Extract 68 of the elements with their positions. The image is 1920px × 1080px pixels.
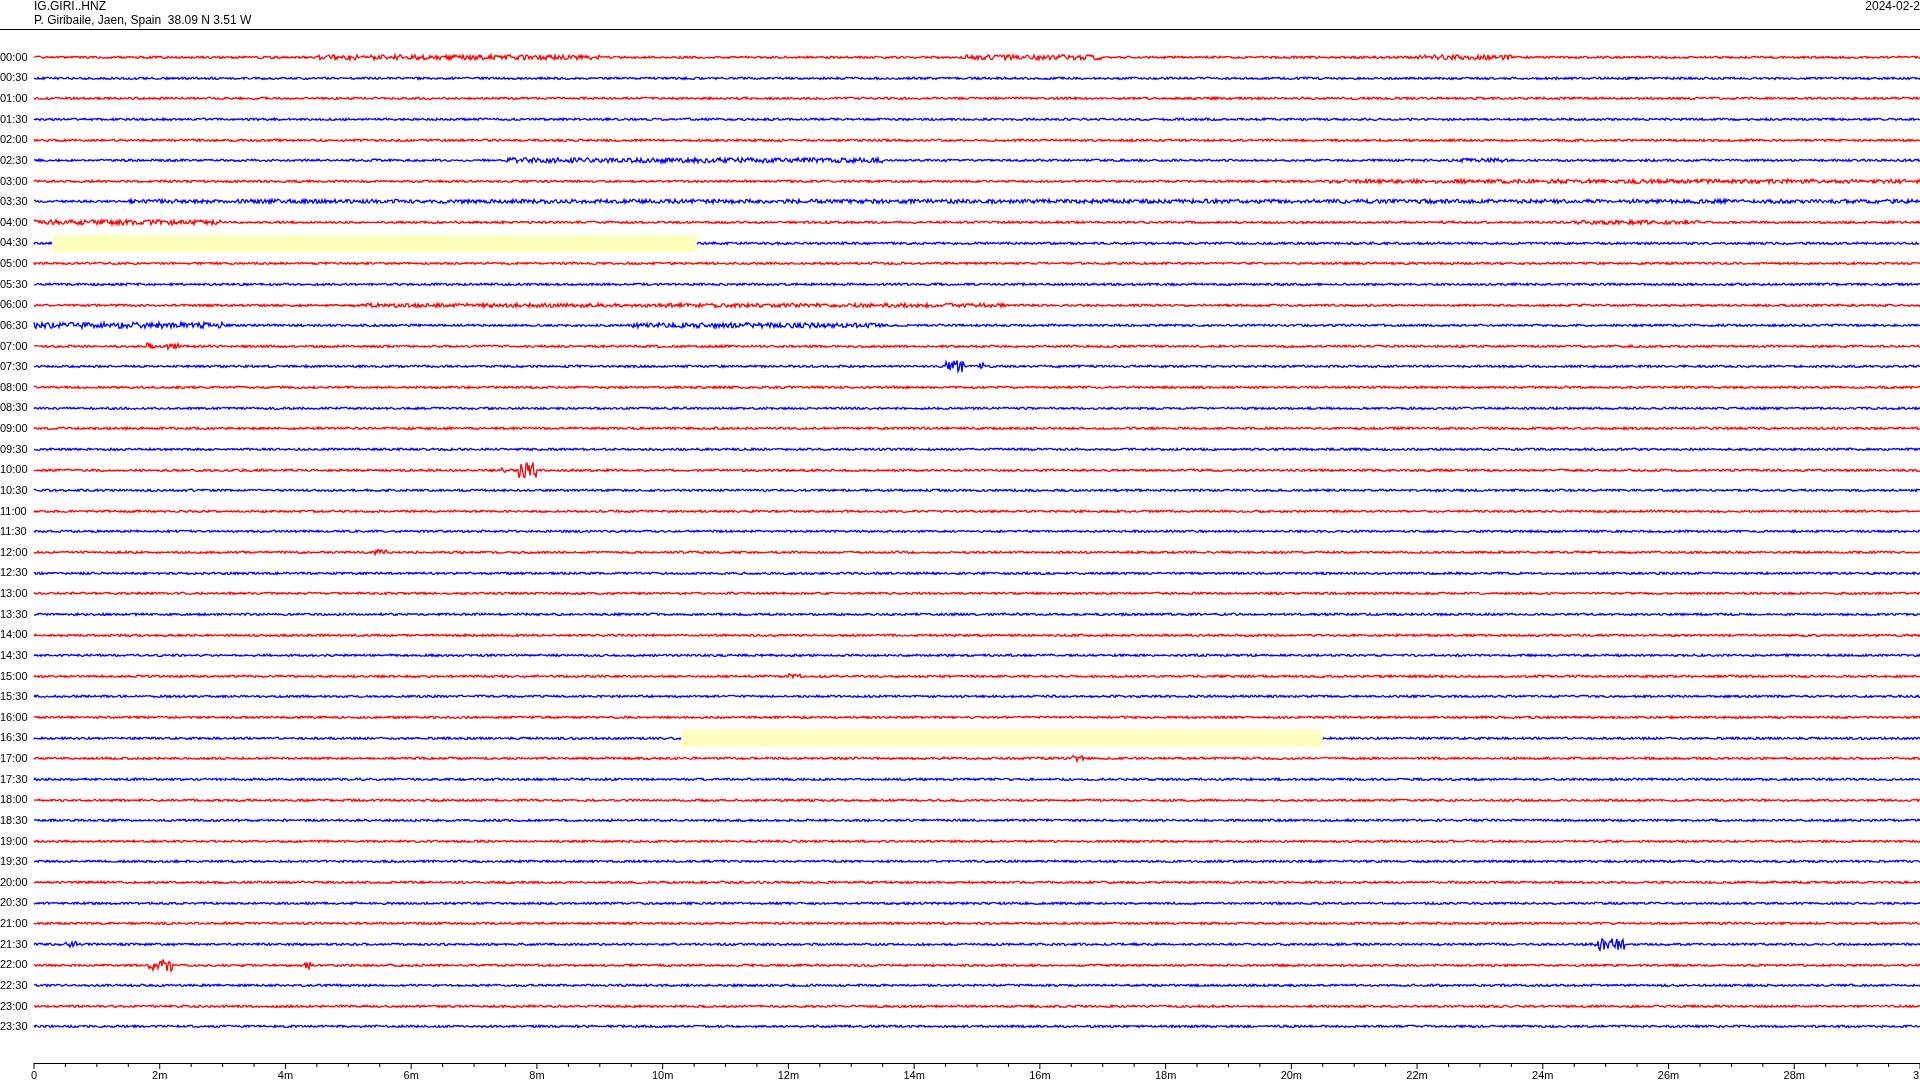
tick-label: 14m bbox=[903, 1069, 925, 1080]
tick-label: 26m bbox=[1657, 1069, 1680, 1080]
time-label: 08:00 bbox=[0, 381, 29, 393]
tick-label: 4m bbox=[277, 1069, 294, 1080]
time-label: 02:30 bbox=[0, 154, 29, 166]
time-label: 15:30 bbox=[0, 691, 29, 703]
tick-label: 2m bbox=[152, 1069, 168, 1080]
time-label: 12:00 bbox=[0, 546, 29, 558]
time-label: 07:30 bbox=[0, 361, 29, 373]
time-label: 01:00 bbox=[0, 93, 29, 105]
time-label: 22:00 bbox=[0, 959, 29, 971]
tick-label: 28m bbox=[1783, 1069, 1805, 1080]
time-label: 04:30 bbox=[0, 237, 29, 249]
tick-label: 24m bbox=[1532, 1069, 1554, 1080]
tick-label: 10m bbox=[651, 1069, 674, 1080]
date-label: 2024-02-2 bbox=[1865, 0, 1920, 15]
time-label: 16:30 bbox=[0, 732, 29, 744]
time-label: 00:30 bbox=[0, 72, 29, 84]
time-label: 10:00 bbox=[0, 464, 29, 476]
time-label: 02:00 bbox=[0, 134, 29, 146]
time-label: 03:30 bbox=[0, 196, 29, 208]
time-label: 11:30 bbox=[0, 526, 28, 538]
time-label: 06:30 bbox=[0, 319, 29, 331]
time-label: 19:00 bbox=[0, 835, 29, 847]
time-label: 03:00 bbox=[0, 175, 29, 187]
time-label: 01:30 bbox=[0, 113, 29, 125]
station-code: IG.GIRI..HNZ bbox=[34, 0, 107, 13]
time-label: 09:00 bbox=[0, 423, 29, 435]
time-label: 15:00 bbox=[0, 670, 29, 682]
station-location: P. Giribaile, Jaen, Spain 38.09 N 3.51 W bbox=[34, 13, 252, 27]
time-label: 16:00 bbox=[0, 711, 29, 723]
time-label: 18:30 bbox=[0, 814, 29, 826]
time-label: 19:30 bbox=[0, 856, 29, 868]
time-label: 07:00 bbox=[0, 340, 29, 352]
time-label: 23:00 bbox=[0, 1000, 29, 1012]
tick-label: 12m bbox=[777, 1069, 800, 1080]
time-label: 12:30 bbox=[0, 567, 29, 579]
time-label: 04:00 bbox=[0, 216, 29, 228]
time-label: 05:30 bbox=[0, 278, 29, 290]
time-label: 21:30 bbox=[0, 938, 29, 950]
time-label: 08:30 bbox=[0, 402, 29, 414]
time-label: 17:30 bbox=[0, 773, 29, 785]
time-label: 17:00 bbox=[0, 753, 29, 765]
time-label: 22:30 bbox=[0, 979, 29, 991]
tick-label: 16m bbox=[1029, 1069, 1051, 1080]
time-label: 00:00 bbox=[0, 51, 29, 63]
tick-label: 6m bbox=[403, 1069, 419, 1080]
time-label: 21:00 bbox=[0, 918, 29, 930]
seismic-trace bbox=[33, 240, 53, 245]
tick-label: 3 bbox=[1912, 1069, 1919, 1080]
time-label: 09:30 bbox=[0, 443, 29, 455]
tick-label: 0 bbox=[30, 1069, 38, 1080]
time-label: 06:00 bbox=[0, 299, 29, 311]
tick-label: 18m bbox=[1154, 1069, 1177, 1080]
time-label: 10:30 bbox=[0, 484, 29, 496]
time-label: 05:00 bbox=[0, 258, 29, 270]
tick-label: 8m bbox=[529, 1069, 545, 1080]
time-label: 14:00 bbox=[0, 629, 29, 641]
time-label: 18:00 bbox=[0, 794, 29, 806]
time-label: 23:30 bbox=[0, 1021, 29, 1033]
tick-label: 22m bbox=[1406, 1069, 1428, 1080]
time-label: 13:00 bbox=[0, 588, 29, 600]
time-label: 20:00 bbox=[0, 876, 29, 888]
time-label: 20:30 bbox=[0, 897, 29, 909]
tick-label: 20m bbox=[1280, 1069, 1303, 1080]
time-label: 13:30 bbox=[0, 608, 29, 620]
time-label: 14:30 bbox=[0, 649, 29, 661]
time-label: 11:00 bbox=[0, 505, 28, 517]
